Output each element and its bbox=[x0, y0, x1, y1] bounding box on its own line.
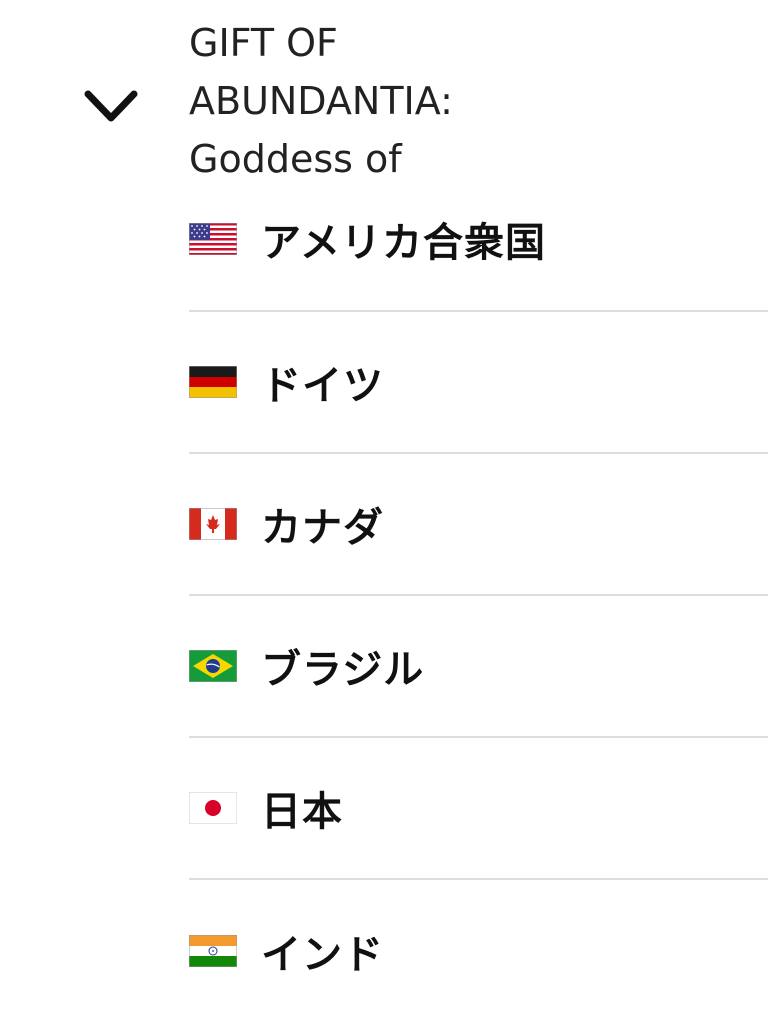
country-item-brazil[interactable]: ブラジル bbox=[189, 596, 768, 738]
country-name: カナダ bbox=[261, 505, 384, 551]
product-title-line-2: ABUNDANTIA: bbox=[189, 79, 453, 123]
country-item-usa[interactable]: アメリカ合衆国 bbox=[189, 168, 768, 312]
country-name: アメリカ合衆国 bbox=[261, 220, 546, 266]
germany-flag-icon bbox=[189, 366, 237, 398]
product-title-line-1: GIFT OF bbox=[189, 21, 338, 65]
country-list: アメリカ合衆国 ドイツ カナダ ブラジル 日本 インド bbox=[189, 168, 768, 1022]
chevron-down-icon[interactable] bbox=[84, 84, 138, 128]
country-name: インド bbox=[261, 932, 384, 978]
brazil-flag-icon bbox=[189, 650, 237, 682]
country-item-india[interactable]: インド bbox=[189, 880, 768, 1022]
us-flag-icon bbox=[189, 223, 237, 255]
country-item-japan[interactable]: 日本 bbox=[189, 738, 768, 880]
country-name: ドイツ bbox=[261, 363, 384, 409]
country-name: ブラジル bbox=[261, 647, 425, 693]
country-item-canada[interactable]: カナダ bbox=[189, 454, 768, 596]
country-name: 日本 bbox=[261, 789, 343, 835]
product-title: GIFT OF ABUNDANTIA: Goddess of bbox=[189, 14, 749, 188]
canada-flag-icon bbox=[189, 508, 237, 540]
country-item-germany[interactable]: ドイツ bbox=[189, 312, 768, 454]
india-flag-icon bbox=[189, 935, 237, 967]
japan-flag-icon bbox=[189, 792, 237, 824]
